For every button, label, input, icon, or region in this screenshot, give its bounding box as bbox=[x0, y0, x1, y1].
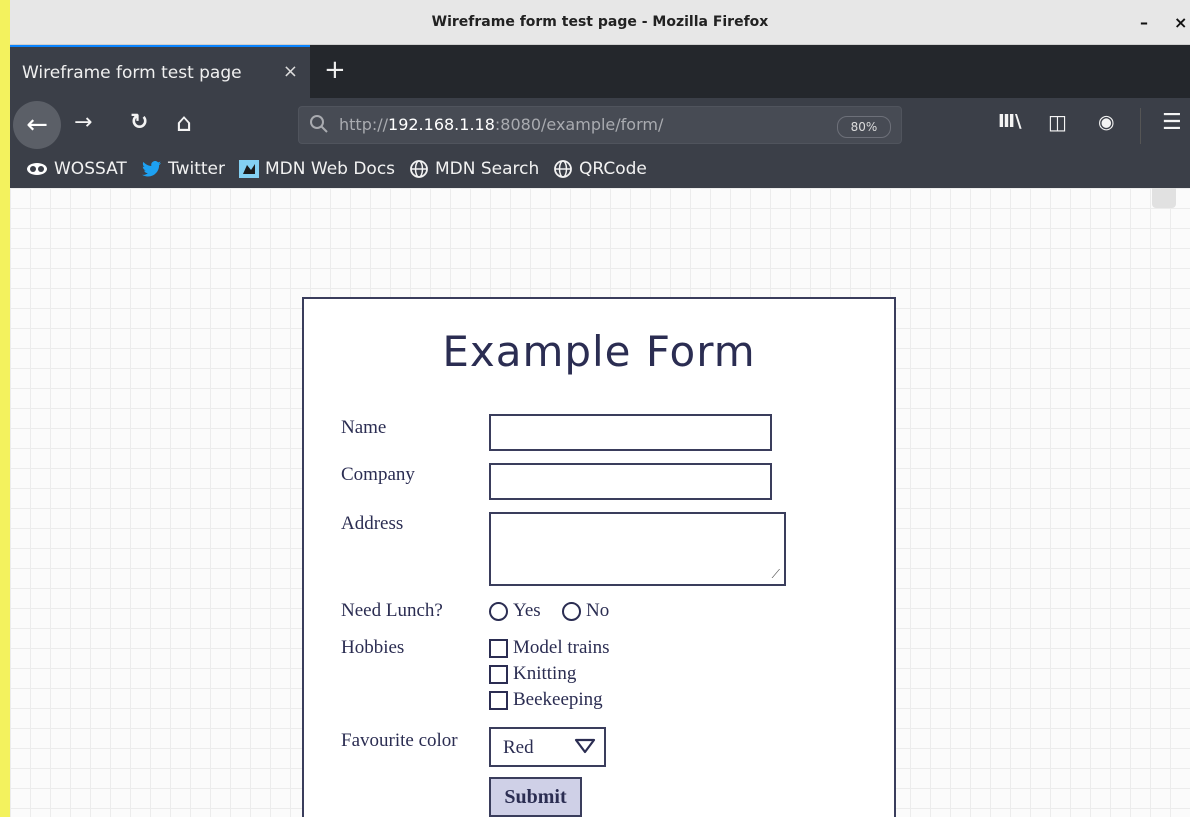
bookmark-mdn-web-docs[interactable]: MDN Web Docs bbox=[239, 159, 395, 179]
bookmark-mdn-search[interactable]: MDN Search bbox=[409, 159, 539, 179]
minimize-button[interactable]: – bbox=[1140, 13, 1148, 32]
close-window-button[interactable]: × bbox=[1174, 13, 1187, 32]
color-label: Favourite color bbox=[341, 730, 458, 751]
mdn-icon bbox=[239, 160, 259, 178]
bookmark-qrcode[interactable]: QRCode bbox=[553, 159, 647, 179]
checkbox-icon bbox=[489, 690, 508, 710]
account-icon[interactable]: ◉ bbox=[1098, 111, 1115, 133]
home-button[interactable]: ⌂ bbox=[176, 108, 192, 137]
hobbies-label: Hobbies bbox=[341, 637, 405, 658]
resize-grip-icon[interactable]: ⟋ bbox=[772, 567, 780, 582]
bookmark-wossat[interactable]: WOSSAT bbox=[26, 159, 127, 179]
submit-button[interactable]: Submit bbox=[489, 777, 582, 817]
url-text[interactable]: http://192.168.1.18:8080/example/form/ bbox=[339, 115, 663, 134]
radio-icon bbox=[562, 601, 581, 621]
bookmarks-toolbar: WOSSAT Twitter MDN Web Docs MDN Search Q… bbox=[10, 153, 1190, 188]
globe-icon bbox=[410, 160, 428, 178]
company-input[interactable] bbox=[489, 463, 772, 500]
toolbar-separator bbox=[1140, 108, 1141, 144]
back-button[interactable]: ← bbox=[13, 101, 61, 149]
navigation-toolbar: ← → ↻ ⌂ http://192.168.1.18:8080/example… bbox=[10, 98, 1190, 153]
form-title: Example Form bbox=[442, 327, 756, 376]
new-tab-button[interactable]: + bbox=[324, 55, 346, 85]
library-icon[interactable]: Ⅲ\ bbox=[998, 111, 1022, 132]
lunch-label: Need Lunch? bbox=[341, 600, 443, 621]
lunch-no-radio[interactable]: No bbox=[562, 600, 609, 622]
address-label: Address bbox=[341, 513, 404, 534]
address-textarea[interactable]: ⟋ bbox=[489, 512, 786, 586]
page-content: Example Form Name Company Address ⟋ Need… bbox=[10, 188, 1190, 817]
sidebar-icon[interactable]: ◫ bbox=[1048, 110, 1067, 134]
globe-icon bbox=[554, 160, 572, 178]
reload-button[interactable]: ↻ bbox=[130, 110, 148, 135]
name-label: Name bbox=[341, 417, 387, 438]
tab-label: Wireframe form test page bbox=[22, 62, 242, 83]
menu-icon[interactable]: ☰ bbox=[1162, 110, 1182, 135]
select-value: Red bbox=[503, 737, 534, 758]
bookmark-twitter[interactable]: Twitter bbox=[142, 159, 225, 179]
zoom-level-badge[interactable]: 80% bbox=[837, 116, 891, 138]
tab-strip: Wireframe form test page × + bbox=[10, 45, 1190, 98]
hobby-model-trains-checkbox[interactable]: Model trains bbox=[489, 637, 610, 659]
example-form: Example Form Name Company Address ⟋ Need… bbox=[302, 297, 896, 817]
checkbox-icon bbox=[489, 638, 508, 658]
hobby-beekeeping-checkbox[interactable]: Beekeeping bbox=[489, 689, 603, 711]
chevron-down-icon bbox=[574, 738, 596, 754]
checkbox-icon bbox=[489, 664, 508, 684]
url-bar[interactable]: http://192.168.1.18:8080/example/form/ 8… bbox=[298, 106, 902, 144]
scroll-to-top-button[interactable] bbox=[1152, 188, 1176, 208]
hobby-knitting-checkbox[interactable]: Knitting bbox=[489, 663, 576, 685]
tab-close-icon[interactable]: × bbox=[283, 61, 298, 82]
tab-wireframe-form[interactable]: Wireframe form test page × bbox=[10, 45, 310, 98]
company-label: Company bbox=[341, 464, 415, 485]
search-icon bbox=[310, 115, 328, 133]
favourite-color-select[interactable]: Red bbox=[489, 727, 606, 767]
twitter-icon bbox=[142, 161, 161, 177]
wossat-icon bbox=[27, 163, 47, 175]
forward-button[interactable]: → bbox=[74, 110, 92, 135]
browser-window: Wireframe form test page - Mozilla Firef… bbox=[10, 0, 1190, 817]
window-title: Wireframe form test page - Mozilla Firef… bbox=[431, 14, 769, 30]
lunch-yes-radio[interactable]: Yes bbox=[489, 600, 541, 622]
name-input[interactable] bbox=[489, 414, 772, 451]
back-arrow-icon: ← bbox=[26, 110, 48, 140]
radio-icon bbox=[489, 601, 508, 621]
window-titlebar: Wireframe form test page - Mozilla Firef… bbox=[10, 0, 1190, 45]
